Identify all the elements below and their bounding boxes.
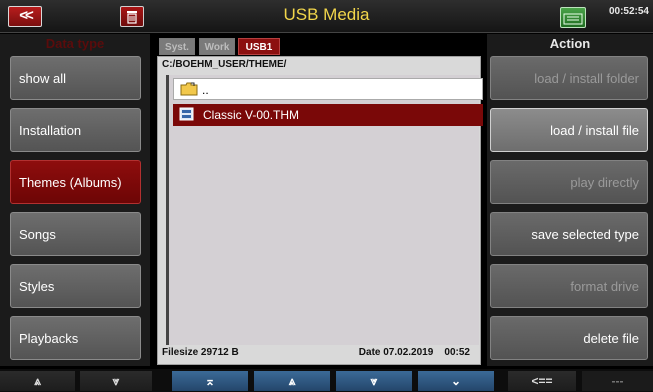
- page-title: USB Media: [283, 5, 370, 24]
- delete-file-button[interactable]: delete file: [490, 316, 648, 360]
- file-list[interactable]: .. Classic V-00.THM: [166, 75, 483, 345]
- folder-up-icon: [180, 82, 198, 96]
- clock: 00:52:54: [608, 6, 649, 17]
- data-type-playbacks[interactable]: Playbacks: [10, 316, 141, 360]
- page-up-left-button[interactable]: ⩓: [0, 371, 75, 391]
- data-type-heading: Data type: [0, 34, 150, 54]
- theme-file-icon: [179, 107, 194, 121]
- back-arrow-button[interactable]: <==: [508, 371, 576, 391]
- tab-usb1[interactable]: USB1: [238, 38, 280, 55]
- data-type-songs[interactable]: Songs: [10, 212, 141, 256]
- file-date: Date 07.02.2019: [358, 347, 434, 358]
- file-time: 00:52: [444, 347, 470, 358]
- play-directly-button[interactable]: play directly: [490, 160, 648, 204]
- page-up-button[interactable]: ⩓: [254, 371, 330, 391]
- parent-folder-label: ..: [202, 83, 209, 97]
- trash-icon: [127, 11, 137, 24]
- scroll-top-button[interactable]: ⌅: [172, 371, 248, 391]
- data-type-themes[interactable]: Themes (Albums): [10, 160, 141, 204]
- back-button[interactable]: <<: [8, 6, 42, 27]
- file-browser: C:/BOEHM_USER/THEME/ .. Classic V-00.THM…: [157, 56, 483, 365]
- file-info: Filesize 29712 B Date 07.02.2019 00:52: [162, 347, 478, 358]
- usb-status-icon: [560, 7, 586, 28]
- file-name: Classic V-00.THM: [203, 108, 300, 122]
- file-datetime: Date 07.02.2019 00:52: [359, 347, 470, 358]
- load-install-folder-button[interactable]: load / install folder: [490, 56, 648, 100]
- data-type-column: show all Installation Themes (Albums) So…: [0, 54, 150, 366]
- data-type-installation[interactable]: Installation: [10, 108, 141, 152]
- tab-work[interactable]: Work: [199, 38, 235, 55]
- action-column: load / install folder load / install fil…: [487, 54, 653, 366]
- file-row[interactable]: Classic V-00.THM: [173, 104, 483, 126]
- file-size: Filesize 29712 B: [162, 347, 239, 358]
- bottom-nav-bar: ⩓ ⩔ ⌅ ⩓ ⩔ ⌄ <== ---: [0, 369, 653, 392]
- trash-button[interactable]: [120, 6, 144, 27]
- format-drive-button[interactable]: format drive: [490, 264, 648, 308]
- parent-folder-row[interactable]: ..: [173, 78, 483, 100]
- title-bar: << USB Media 00:52:54: [0, 0, 653, 33]
- unused-button: ---: [582, 371, 653, 391]
- page-down-left-button[interactable]: ⩔: [80, 371, 152, 391]
- page-down-button[interactable]: ⩔: [336, 371, 412, 391]
- load-install-file-button[interactable]: load / install file: [490, 108, 648, 152]
- action-heading: Action: [487, 34, 653, 54]
- tab-system[interactable]: Syst.: [159, 38, 195, 55]
- scroll-bottom-button[interactable]: ⌄: [418, 371, 494, 391]
- data-type-styles[interactable]: Styles: [10, 264, 141, 308]
- save-selected-type-button[interactable]: save selected type: [490, 212, 648, 256]
- current-path: C:/BOEHM_USER/THEME/: [162, 59, 287, 70]
- data-type-show-all[interactable]: show all: [10, 56, 141, 100]
